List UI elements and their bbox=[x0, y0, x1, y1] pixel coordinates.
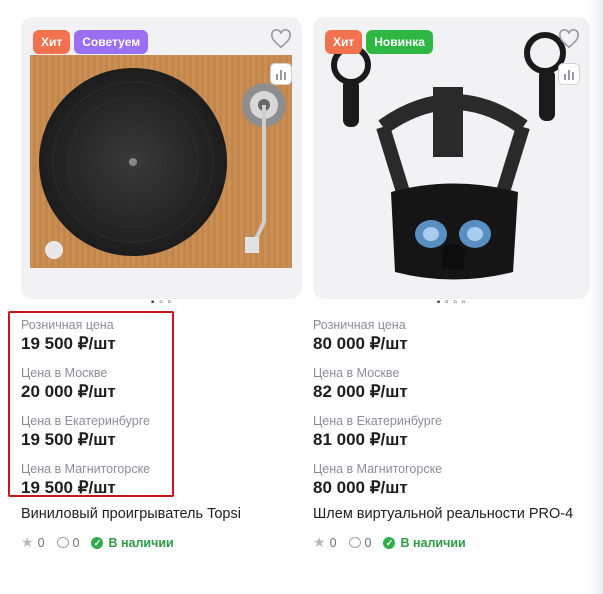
rating-value: 0 bbox=[329, 535, 337, 550]
check-icon: ✓ bbox=[383, 536, 396, 549]
badge-new: Новинка bbox=[366, 30, 433, 54]
price-list: Розничная цена 19 500 ₽/шт Цена в Москве… bbox=[21, 317, 302, 499]
comments: 0 bbox=[348, 535, 372, 550]
stock-label: В наличии bbox=[108, 535, 174, 550]
price-value: 80 000 ₽/шт bbox=[313, 334, 408, 353]
rating: ★ 0 bbox=[21, 534, 45, 551]
carousel-dots: ▪ ▫ ▫ ▫ bbox=[436, 297, 467, 308]
price-value: 19 500 ₽/шт bbox=[21, 478, 116, 497]
badge-recommended: Советуем bbox=[74, 30, 149, 54]
star-icon: ★ bbox=[21, 534, 34, 550]
product-image-area[interactable]: Хит Советуем bbox=[21, 17, 302, 299]
carousel-dots: ▪ ▫ ▫ bbox=[150, 297, 173, 308]
price-label: Розничная цена bbox=[21, 318, 114, 332]
compare-icon[interactable] bbox=[558, 63, 580, 85]
badge-group: Хит Советуем bbox=[33, 30, 149, 54]
price-value: 80 000 ₽/шт bbox=[313, 478, 408, 497]
price-label: Цена в Магнитогорске bbox=[313, 462, 443, 476]
product-meta: ★ 0 0 ✓ В наличии bbox=[21, 534, 302, 551]
price-label: Цена в Москве bbox=[313, 366, 400, 380]
comments-count: 0 bbox=[364, 535, 372, 550]
price-label: Цена в Екатеринбурге bbox=[21, 414, 150, 428]
product-title[interactable]: Виниловый проигрыватель Topsi bbox=[21, 505, 302, 523]
price-value: 19 500 ₽/шт bbox=[21, 334, 116, 353]
rating: ★ 0 bbox=[313, 534, 337, 551]
scroll-edge-shadow bbox=[589, 0, 603, 594]
compare-icon[interactable] bbox=[270, 63, 292, 85]
price-value: 20 000 ₽/шт bbox=[21, 382, 116, 401]
comment-icon bbox=[56, 537, 69, 548]
price-value: 82 000 ₽/шт bbox=[313, 382, 408, 401]
check-icon: ✓ bbox=[91, 536, 104, 549]
price-label: Цена в Москве bbox=[21, 366, 108, 380]
star-icon: ★ bbox=[313, 534, 326, 550]
comment-icon bbox=[348, 537, 361, 548]
price-value: 81 000 ₽/шт bbox=[313, 430, 408, 449]
product-meta: ★ 0 0 ✓ В наличии bbox=[313, 534, 590, 551]
badge-hit: Хит bbox=[325, 30, 363, 54]
product-card: Хит Советуем ▪ ▫ ▫ Розничная цена 19 500… bbox=[21, 17, 302, 551]
price-value: 19 500 ₽/шт bbox=[21, 430, 116, 449]
price-label: Цена в Екатеринбурге bbox=[313, 414, 442, 428]
badge-group: Хит Новинка bbox=[325, 30, 433, 54]
price-label: Цена в Магнитогорске bbox=[21, 462, 151, 476]
heart-icon[interactable] bbox=[270, 29, 292, 49]
comments-count: 0 bbox=[72, 535, 80, 550]
price-list: Розничная цена 80 000 ₽/шт Цена в Москве… bbox=[313, 317, 590, 499]
product-image-area[interactable]: Хит Новинка bbox=[313, 17, 590, 299]
comments: 0 bbox=[56, 535, 80, 550]
badge-hit: Хит bbox=[33, 30, 71, 54]
stock-status: ✓ В наличии bbox=[383, 535, 466, 550]
stock-label: В наличии bbox=[400, 535, 466, 550]
turntable-image bbox=[30, 55, 292, 268]
product-card: Хит Новинка ▪ ▫ ▫ ▫ Розничная цена 80 00… bbox=[313, 17, 590, 551]
stock-status: ✓ В наличии bbox=[91, 535, 174, 550]
heart-icon[interactable] bbox=[558, 29, 580, 49]
price-label: Розничная цена bbox=[313, 318, 406, 332]
product-title[interactable]: Шлем виртуальной реальности PRO-4 bbox=[313, 505, 590, 523]
rating-value: 0 bbox=[37, 535, 45, 550]
vr-headset-image bbox=[331, 32, 566, 280]
